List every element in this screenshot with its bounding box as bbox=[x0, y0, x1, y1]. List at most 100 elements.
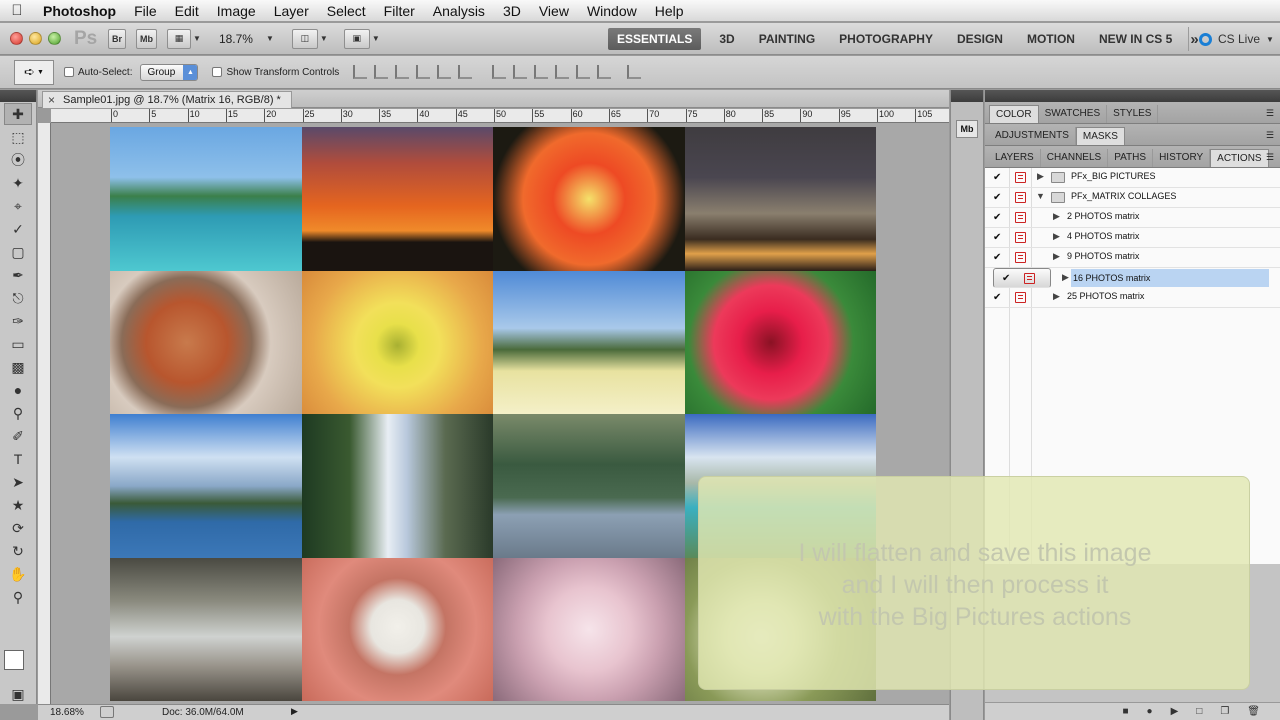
action-row[interactable]: ✔ ▶ 2 PHOTOS matrix bbox=[985, 208, 1280, 228]
workspace-3d[interactable]: 3D bbox=[707, 32, 746, 46]
menu-window[interactable]: Window bbox=[578, 3, 646, 19]
dialog-toggle-icon[interactable] bbox=[1024, 273, 1035, 284]
action-row[interactable]: ✔ ▶ 25 PHOTOS matrix bbox=[985, 288, 1280, 308]
blur-tool-icon[interactable]: ● bbox=[4, 379, 32, 401]
zoom-window-button[interactable] bbox=[48, 32, 61, 45]
tab-masks[interactable]: MASKS bbox=[1075, 127, 1125, 145]
foreground-color-swatch[interactable] bbox=[4, 650, 24, 670]
zoom-level[interactable]: 18.7% bbox=[219, 32, 253, 46]
apple-icon[interactable]:  bbox=[0, 2, 34, 19]
workspace-essentials[interactable]: ESSENTIALS bbox=[608, 28, 702, 50]
type-tool-icon[interactable]: T bbox=[4, 448, 32, 470]
toggle-check-icon[interactable]: ✔ bbox=[993, 172, 1005, 184]
collapse-triangle-icon[interactable]: ▼ bbox=[1036, 191, 1045, 201]
distribute-right-icon[interactable] bbox=[597, 65, 612, 79]
history-brush-tool-icon[interactable]: ✑ bbox=[4, 310, 32, 332]
cs-live-button[interactable]: CS Live ▼ bbox=[1188, 27, 1274, 51]
status-settings-icon[interactable] bbox=[100, 706, 114, 718]
expand-triangle-icon[interactable]: ▶ bbox=[1053, 251, 1060, 262]
expand-triangle-icon[interactable]: ▶ bbox=[1062, 272, 1069, 283]
tab-actions[interactable]: ACTIONS bbox=[1210, 149, 1269, 167]
dialog-toggle-icon[interactable] bbox=[1015, 292, 1026, 303]
tab-color[interactable]: COLOR bbox=[989, 105, 1039, 123]
action-set-row[interactable]: ✔ ▼ PFx_MATRIX COLLAGES bbox=[985, 188, 1280, 208]
menu-edit[interactable]: Edit bbox=[166, 3, 208, 19]
tools-panel-header[interactable] bbox=[0, 90, 36, 102]
align-left-icon[interactable] bbox=[416, 65, 431, 79]
3d-orbit-tool-icon[interactable]: ↻ bbox=[4, 540, 32, 562]
minimize-window-button[interactable] bbox=[29, 32, 42, 45]
color-swatches[interactable] bbox=[4, 650, 34, 682]
healing-brush-tool-icon[interactable]: ▢ bbox=[4, 241, 32, 263]
align-vcenter-icon[interactable] bbox=[374, 65, 389, 79]
crop-tool-icon[interactable]: ⌖ bbox=[4, 195, 32, 217]
tab-adjustments[interactable]: ADJUSTMENTS bbox=[989, 127, 1076, 145]
quick-mask-icon[interactable]: ▣ bbox=[4, 683, 32, 705]
path-selection-tool-icon[interactable]: ➤ bbox=[4, 471, 32, 493]
horizontal-ruler[interactable]: 0 5 10 15 20 25 30 35 40 45 50 55 60 65 70 75 80 85 90 95 10… bbox=[51, 109, 949, 123]
marquee-tool-icon[interactable]: ⬚ bbox=[4, 126, 32, 148]
checkbox-box[interactable] bbox=[212, 67, 223, 77]
action-row-selected[interactable]: ✔ ▶ 16 PHOTOS matrix bbox=[993, 268, 1269, 288]
dialog-toggle-icon[interactable] bbox=[1015, 192, 1026, 203]
toggle-check-icon[interactable]: ✔ bbox=[993, 232, 1005, 244]
menu-filter[interactable]: Filter bbox=[375, 3, 424, 19]
toggle-check-icon[interactable]: ✔ bbox=[1002, 273, 1014, 285]
screen-mode-dropdown-icon[interactable]: ▼ bbox=[372, 34, 380, 43]
tab-swatches[interactable]: SWATCHES bbox=[1039, 105, 1108, 123]
arrange-documents-button[interactable]: ◫ bbox=[291, 28, 318, 49]
tab-styles[interactable]: STYLES bbox=[1107, 105, 1159, 123]
pen-tool-icon[interactable]: ✐ bbox=[4, 425, 32, 447]
menu-view[interactable]: View bbox=[530, 3, 578, 19]
auto-select-dropdown[interactable]: Group ▲ bbox=[140, 63, 199, 81]
auto-select-checkbox[interactable]: Auto-Select: bbox=[64, 67, 132, 78]
tab-channels[interactable]: CHANNELS bbox=[1041, 149, 1109, 167]
distribute-bottom-icon[interactable] bbox=[534, 65, 549, 79]
menu-analysis[interactable]: Analysis bbox=[424, 3, 494, 19]
dodge-tool-icon[interactable]: ⚲ bbox=[4, 402, 32, 424]
tool-preset-picker[interactable]: ➪ ▼ bbox=[14, 59, 54, 85]
panel-menu-icon[interactable]: ☰ bbox=[1266, 152, 1274, 163]
brush-tool-icon[interactable]: ✒ bbox=[4, 264, 32, 286]
distribute-top-icon[interactable] bbox=[492, 65, 507, 79]
workspace-motion[interactable]: MOTION bbox=[1015, 32, 1087, 46]
clone-stamp-tool-icon[interactable]: ⎋ bbox=[4, 287, 32, 309]
workspace-new-in-cs5[interactable]: NEW IN CS 5 bbox=[1087, 32, 1184, 46]
vertical-ruler[interactable] bbox=[38, 123, 51, 704]
dialog-toggle-icon[interactable] bbox=[1015, 252, 1026, 263]
menu-3d[interactable]: 3D bbox=[494, 3, 530, 19]
show-transform-checkbox[interactable]: Show Transform Controls bbox=[212, 67, 339, 78]
zoom-tool-icon[interactable]: ⚲ bbox=[4, 586, 32, 608]
menu-file[interactable]: File bbox=[125, 3, 166, 19]
toggle-check-icon[interactable]: ✔ bbox=[993, 192, 1005, 204]
arrange-dropdown-icon[interactable]: ▼ bbox=[320, 34, 328, 43]
workspace-design[interactable]: DESIGN bbox=[945, 32, 1015, 46]
menu-layer[interactable]: Layer bbox=[265, 3, 318, 19]
gradient-tool-icon[interactable]: ▩ bbox=[4, 356, 32, 378]
align-bottom-icon[interactable] bbox=[395, 65, 410, 79]
close-document-icon[interactable]: × bbox=[48, 92, 55, 108]
screen-mode-button[interactable]: ▣ bbox=[343, 28, 370, 49]
move-tool-icon[interactable]: ✚ bbox=[4, 103, 32, 125]
action-row[interactable]: ✔ ▶ 4 PHOTOS matrix bbox=[985, 228, 1280, 248]
toggle-check-icon[interactable]: ✔ bbox=[993, 292, 1005, 304]
3d-rotate-tool-icon[interactable]: ⟳ bbox=[4, 517, 32, 539]
new-action-icon[interactable]: ❐ bbox=[1220, 706, 1229, 717]
action-row[interactable]: ✔ ▶ 9 PHOTOS matrix bbox=[985, 248, 1280, 268]
close-window-button[interactable] bbox=[10, 32, 23, 45]
distribute-left-icon[interactable] bbox=[555, 65, 570, 79]
stop-recording-icon[interactable]: ■ bbox=[1122, 706, 1128, 717]
tab-paths[interactable]: PATHS bbox=[1108, 149, 1154, 167]
align-right-icon[interactable] bbox=[458, 65, 473, 79]
dialog-toggle-icon[interactable] bbox=[1015, 172, 1026, 183]
eraser-tool-icon[interactable]: ▭ bbox=[4, 333, 32, 355]
expand-triangle-icon[interactable]: ▶ bbox=[1037, 171, 1044, 182]
menu-help[interactable]: Help bbox=[646, 3, 693, 19]
checkbox-box[interactable] bbox=[64, 67, 74, 77]
launch-bridge-button[interactable]: Br bbox=[108, 28, 127, 49]
tab-layers[interactable]: LAYERS bbox=[989, 149, 1041, 167]
panel-column-header[interactable] bbox=[985, 90, 1280, 102]
status-menu-arrow-icon[interactable]: ▶ bbox=[291, 706, 298, 717]
toggle-check-icon[interactable]: ✔ bbox=[993, 252, 1005, 264]
action-set-row[interactable]: ✔ ▶ PFx_BIG PICTURES bbox=[985, 168, 1280, 188]
